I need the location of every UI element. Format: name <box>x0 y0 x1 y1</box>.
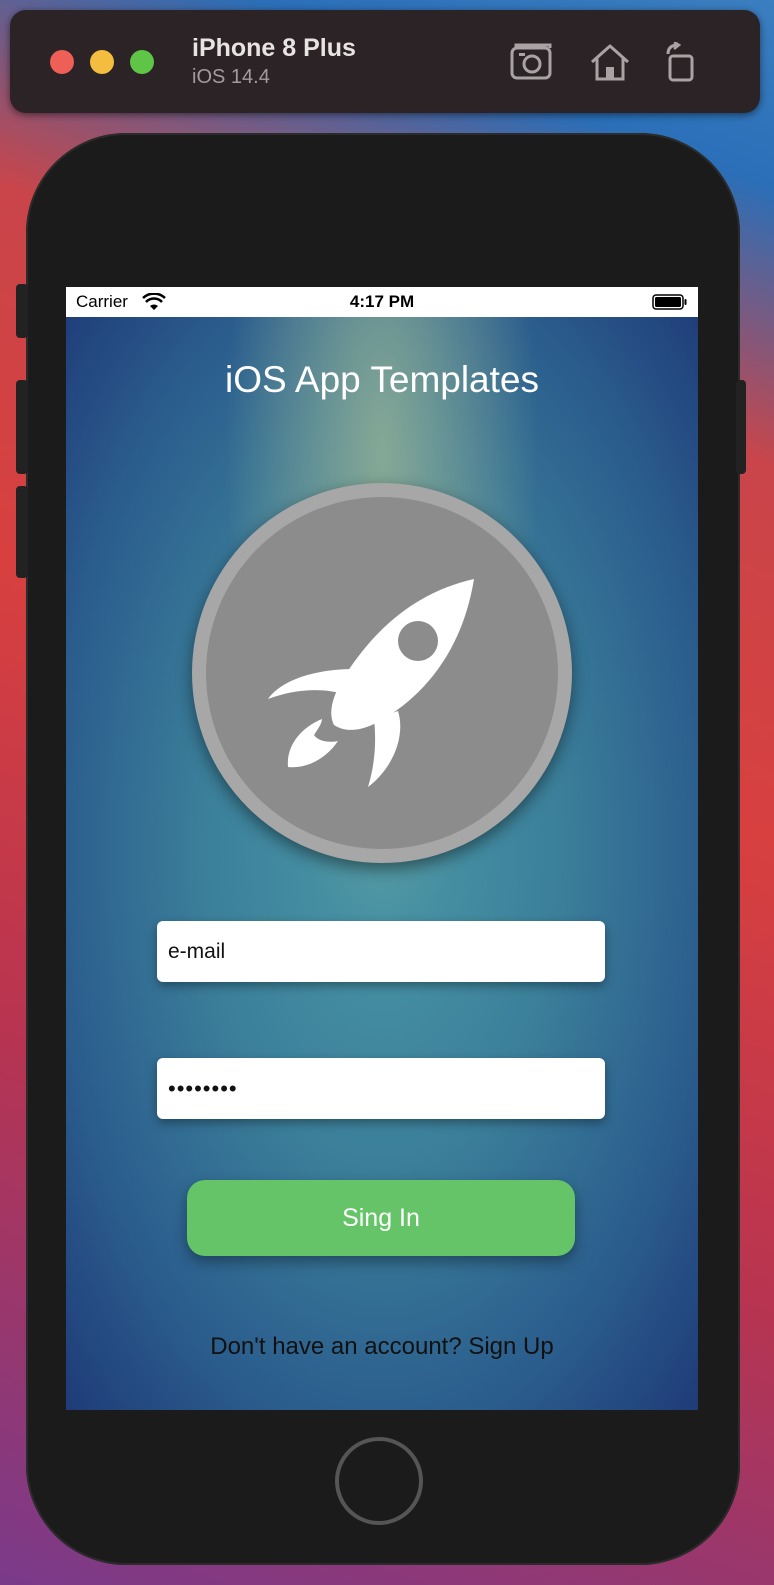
volume-up-button <box>16 380 28 474</box>
device-name: iPhone 8 Plus <box>192 34 356 62</box>
app-logo <box>192 483 572 863</box>
power-button <box>736 380 746 474</box>
status-time: 4:17 PM <box>349 292 415 311</box>
home-button[interactable] <box>335 1437 423 1525</box>
screenshot-icon[interactable] <box>510 42 554 82</box>
minimize-window-button[interactable] <box>90 50 114 74</box>
zoom-window-button[interactable] <box>130 50 154 74</box>
home-icon[interactable] <box>588 42 632 82</box>
status-bar: Carrier 4:17 PM <box>66 287 698 317</box>
sign-in-button[interactable]: Sing In <box>187 1180 575 1256</box>
battery-icon <box>652 294 688 315</box>
close-window-button[interactable] <box>50 50 74 74</box>
os-version: iOS 14.4 <box>192 66 270 88</box>
app-title: iOS App Templates <box>225 359 539 400</box>
mute-switch <box>16 284 28 338</box>
rotate-icon[interactable] <box>660 40 704 82</box>
rocket-icon <box>262 573 492 798</box>
email-field[interactable]: e-mail <box>157 921 605 982</box>
password-field[interactable]: •••••••• <box>157 1058 605 1119</box>
sign-up-link[interactable]: Don't have an account? Sign Up <box>66 1333 698 1361</box>
volume-down-button <box>16 486 28 578</box>
simulator-toolbar: iPhone 8 Plus iOS 14.4 <box>10 10 760 113</box>
device-screen: Carrier 4:17 PM iOS App Templates e-mail… <box>66 287 698 1410</box>
